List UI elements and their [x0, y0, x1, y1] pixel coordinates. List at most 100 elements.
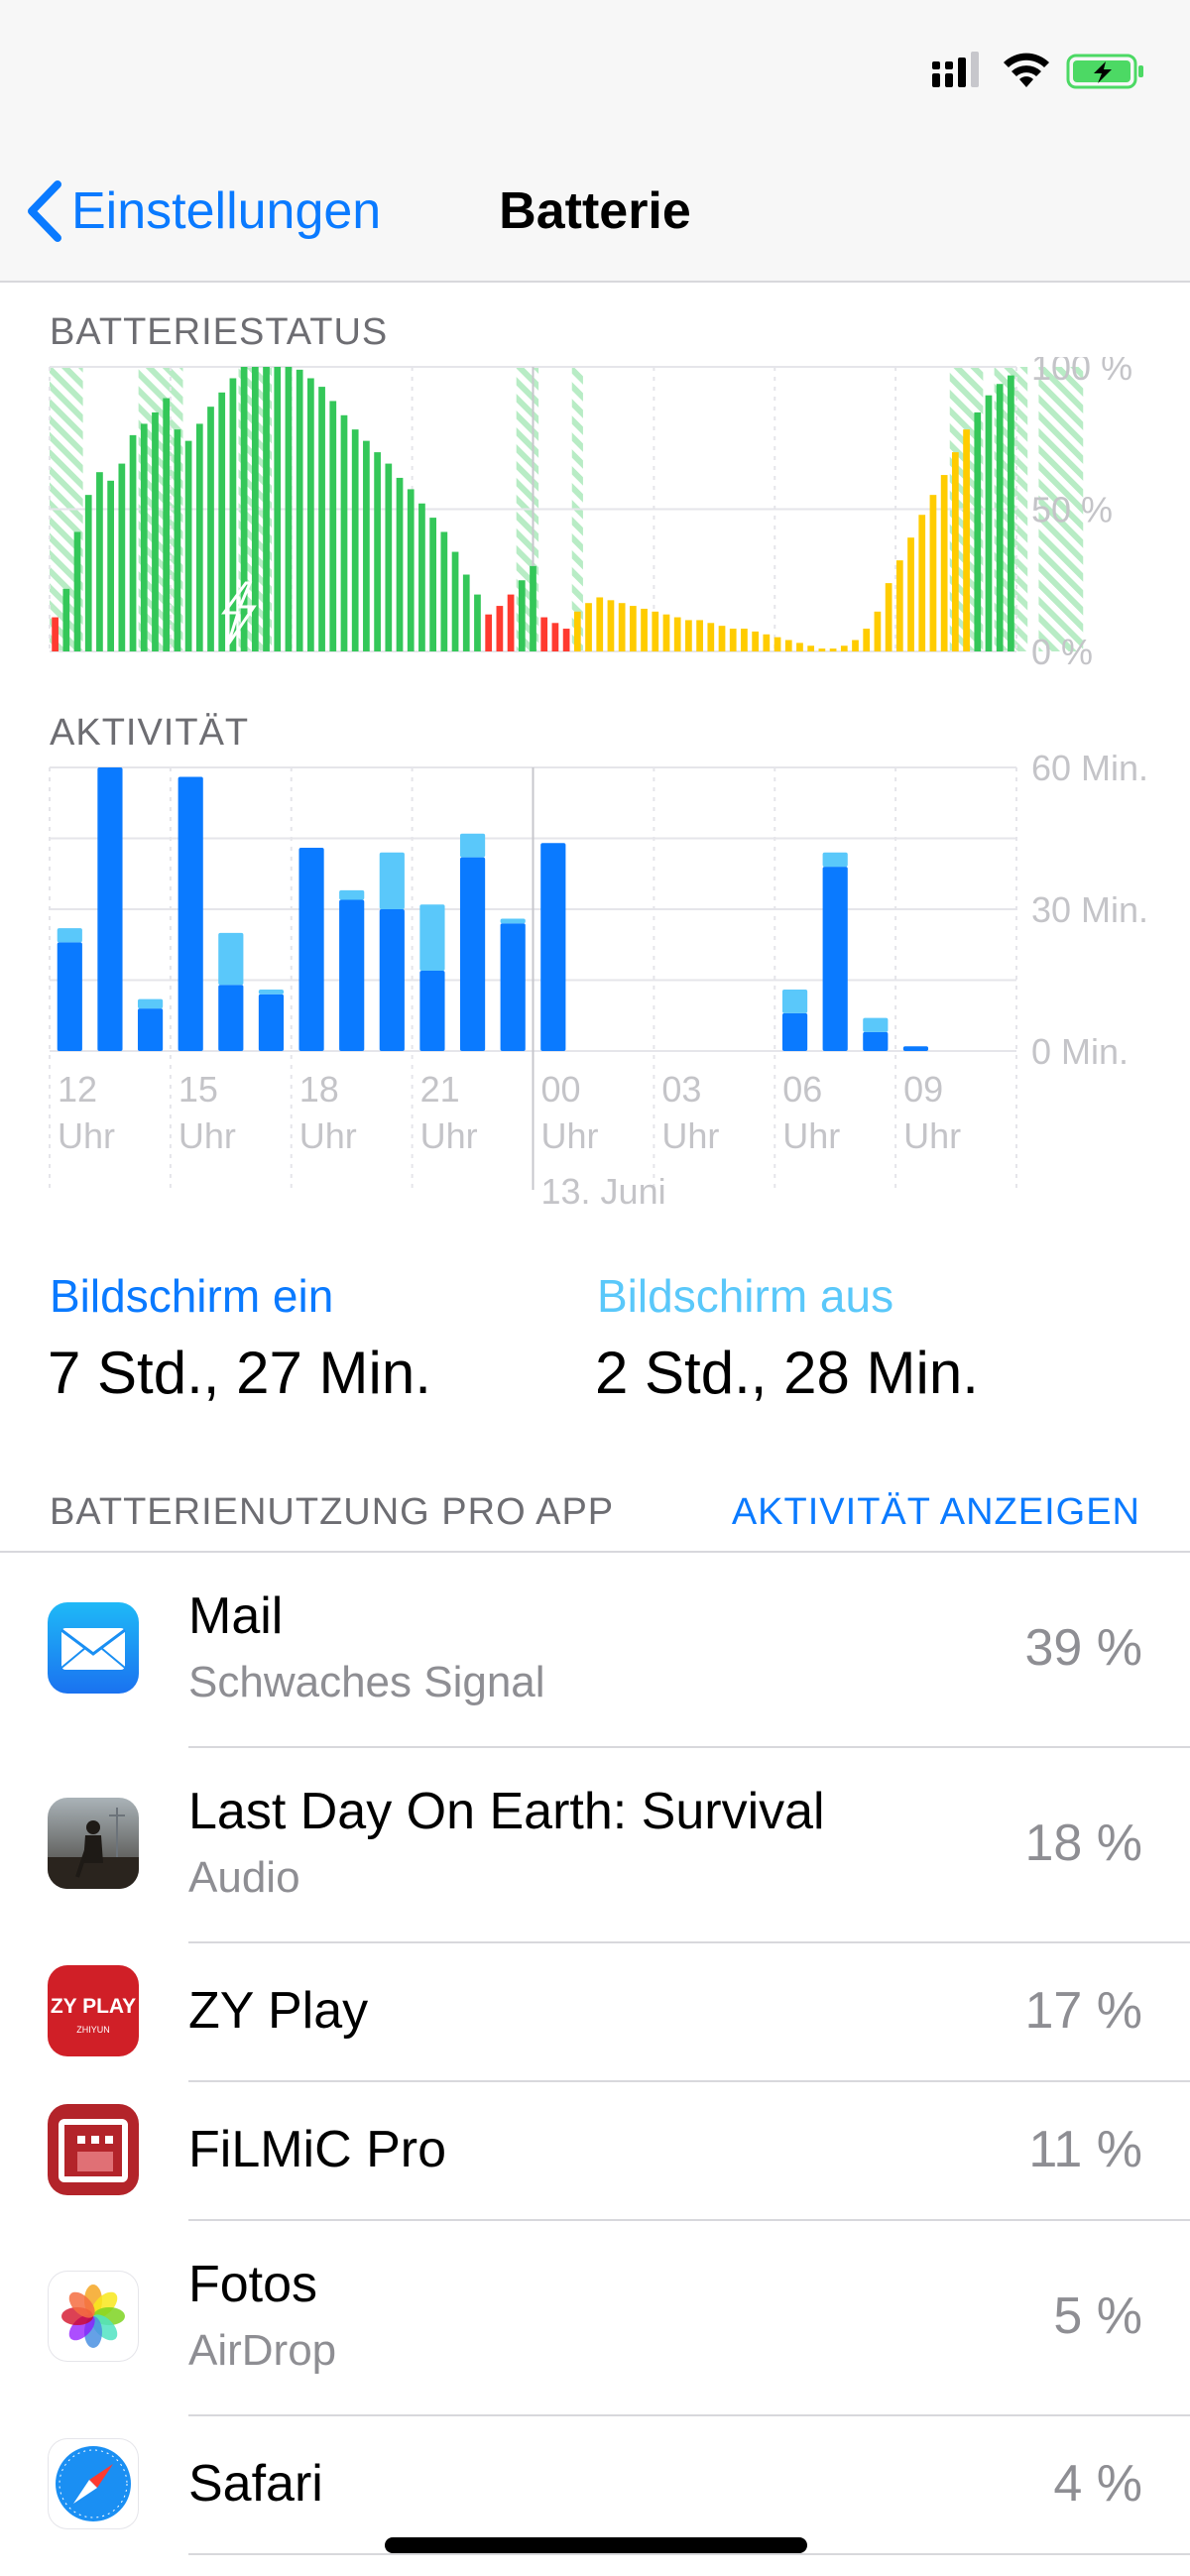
y-axis-tick: 60 Min.: [1031, 754, 1148, 788]
battery-bar: [407, 489, 415, 651]
battery-bar: [140, 423, 148, 651]
screen-on-label: Bildschirm ein: [50, 1270, 334, 1322]
battery-bar: [62, 588, 70, 651]
navigation-bar: Batterie Einstellungen: [0, 139, 1190, 283]
battery-bar: [240, 367, 248, 651]
battery-bar: [741, 629, 748, 651]
signal-icon: [932, 52, 979, 87]
battery-bar: [607, 600, 615, 651]
battery-bar: [918, 515, 926, 651]
screen-on-bar: [419, 970, 445, 1051]
app-subtitle: Schwaches Signal: [188, 1658, 545, 1706]
show-activity-link[interactable]: AKTIVITÄT ANZEIGEN: [732, 1491, 1140, 1534]
x-axis-tick: 15: [178, 1069, 218, 1110]
battery-bar: [818, 648, 826, 651]
screen-off-bar: [822, 852, 848, 868]
battery-bar: [974, 411, 982, 651]
screen-on-bar: [863, 1031, 889, 1051]
screen-on-bar: [137, 1008, 164, 1051]
battery-bar: [630, 606, 637, 651]
battery-bar: [174, 429, 181, 651]
battery-bar: [329, 401, 337, 651]
battery-bar: [874, 611, 882, 651]
battery-bar: [52, 617, 59, 651]
zy-play-icon-text: ZY PLAY: [50, 1995, 137, 2018]
battery-bar: [829, 648, 837, 651]
x-axis-tick-unit: Uhr: [420, 1115, 478, 1156]
battery-bar: [263, 367, 270, 651]
y-axis-tick: 30 Min.: [1031, 889, 1148, 930]
app-percentage: 5 %: [1053, 2287, 1142, 2345]
x-axis-tick-unit: Uhr: [58, 1115, 115, 1156]
battery-bar: [707, 623, 715, 651]
battery-status-label: BATTERIESTATUS: [50, 311, 389, 353]
battery-bar: [374, 452, 381, 651]
battery-bar: [318, 387, 325, 651]
app-subtitle: AirDrop: [188, 2326, 337, 2375]
battery-bar: [451, 551, 459, 651]
screen-off-bar: [218, 932, 244, 986]
app-name: Fotos: [188, 2256, 318, 2313]
app-percentage: 39 %: [1024, 1619, 1142, 1677]
screen-on-bar: [822, 867, 848, 1051]
battery-bar: [507, 594, 515, 651]
battery-bar: [474, 594, 481, 651]
battery-bar: [641, 608, 648, 651]
app-row-zy-play[interactable]: ZY PLAY ZHIYUN ZY Play 17 %: [0, 1943, 1190, 2080]
app-name: FiLMiC Pro: [188, 2121, 447, 2178]
x-axis-tick-unit: Uhr: [178, 1115, 236, 1156]
battery-bar: [418, 503, 425, 651]
x-axis-tick: 06: [782, 1069, 822, 1110]
activity-chart: 60 Min. 30 Min. 0 Min. 12 Uhr 15 Uhr 18 Uhr 21 Uhr…: [49, 754, 1148, 1212]
battery-bar: [340, 414, 348, 651]
battery-bar: [852, 640, 859, 651]
battery-bar: [207, 407, 214, 651]
filmic-pro-icon: [48, 2104, 139, 2195]
battery-bar: [396, 477, 404, 651]
screen-off-bar: [57, 928, 82, 943]
screen-on-bar: [902, 1046, 929, 1051]
x-axis-tick: 09: [903, 1069, 943, 1110]
app-row-safari[interactable]: Safari 4 %: [0, 2416, 1190, 2553]
x-axis-tick: 18: [299, 1069, 339, 1110]
x-axis-tick: 21: [420, 1069, 460, 1110]
y-axis-tick: 100 %: [1031, 357, 1132, 388]
battery-bar: [73, 531, 81, 651]
safari-icon: [48, 2438, 139, 2529]
x-axis-tick: 00: [541, 1069, 581, 1110]
battery-bar: [562, 629, 570, 651]
screen-on-bar: [379, 909, 405, 1051]
battery-bar: [84, 495, 92, 651]
y-axis-tick: 0 %: [1031, 632, 1093, 672]
app-percentage: 17 %: [1024, 1982, 1142, 2040]
screen-off-bar: [781, 990, 808, 1013]
battery-bar: [496, 606, 504, 651]
back-button[interactable]: Einstellungen: [22, 176, 381, 246]
battery-bar: [840, 645, 848, 651]
app-row-fotos[interactable]: Fotos AirDrop 5 %: [0, 2221, 1190, 2414]
app-percentage: 18 %: [1024, 1815, 1142, 1872]
screen-on-bar: [178, 776, 203, 1051]
zy-play-icon: ZY PLAY ZHIYUN: [48, 1965, 139, 2056]
app-row-last-day-on-earth[interactable]: Last Day On Earth: Survival Audio 18 %: [0, 1748, 1190, 1941]
battery-bar: [895, 560, 903, 651]
x-axis-tick: 12: [58, 1069, 97, 1110]
battery-bar: [107, 480, 114, 651]
app-name: Last Day On Earth: Survival: [188, 1783, 825, 1840]
screen-off-bar: [379, 852, 405, 909]
x-axis-tick-unit: Uhr: [903, 1115, 961, 1156]
zy-play-icon-subtext: ZHIYUN: [76, 2025, 110, 2035]
x-axis-tick-unit: Uhr: [541, 1115, 599, 1156]
battery-bar: [985, 395, 993, 651]
app-row-filmic-pro[interactable]: FiLMiC Pro 11 %: [0, 2082, 1190, 2219]
last-day-on-earth-icon: [48, 1798, 139, 1889]
x-axis-tick-unit: Uhr: [782, 1115, 840, 1156]
screen-off-label: Bildschirm aus: [597, 1270, 894, 1322]
photos-icon: [48, 2271, 139, 2362]
home-indicator[interactable]: [385, 2537, 807, 2553]
battery-bar: [229, 378, 237, 651]
screen-off-bar: [863, 1017, 889, 1032]
battery-bar: [596, 597, 604, 651]
app-row-mail[interactable]: Mail Schwaches Signal 39 %: [0, 1553, 1190, 1746]
battery-bar: [652, 611, 659, 651]
